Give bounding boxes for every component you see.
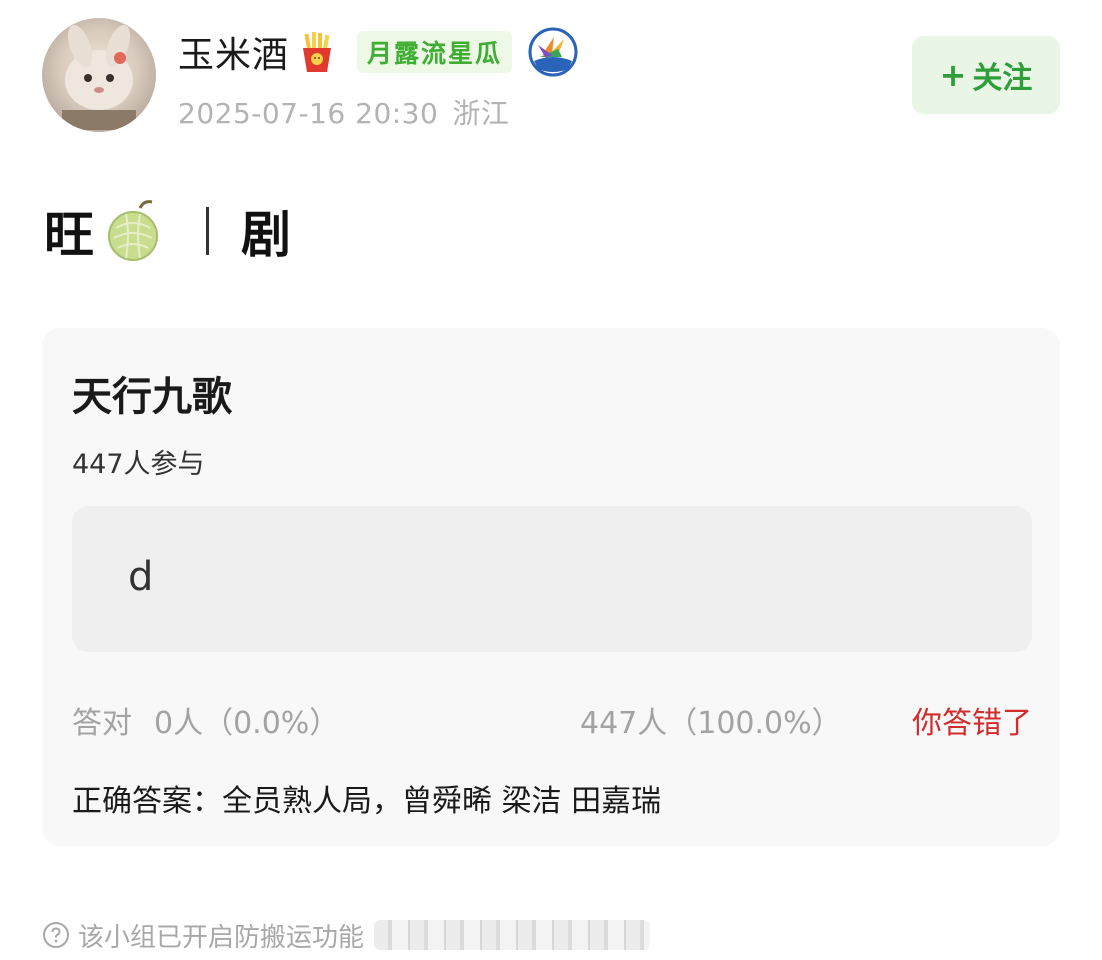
- bird-of-paradise-icon: [528, 27, 578, 77]
- correct-answer: 正确答案：全员熟人局，曾舜晞 梁洁 田嘉瑞: [72, 784, 662, 819]
- french-fries-icon: [295, 30, 339, 74]
- post-meta: 2025-07-16 20:30 浙江: [178, 92, 509, 132]
- footer-notice-text: 该小组已开启防搬运功能: [78, 922, 365, 953]
- result-text: 你答错了: [912, 706, 1032, 741]
- title-divider: [206, 207, 209, 255]
- post-title-part2: 剧: [241, 206, 291, 264]
- post-page: 玉米酒 月露流星瓜 2025-07-16 20:30 浙江 + 关注 旺 剧 天…: [0, 0, 1102, 960]
- follow-button[interactable]: + 关注: [912, 36, 1060, 114]
- blurred-content: [374, 920, 651, 950]
- follow-button-label: 关注: [972, 61, 1033, 96]
- correct-count: 0人（0.0%）: [154, 706, 340, 741]
- quiz-title: 天行九歌: [72, 374, 232, 420]
- author-row: 玉米酒 月露流星瓜: [178, 26, 578, 78]
- quiz-option[interactable]: d: [72, 506, 1032, 652]
- correct-stats: 答对 0人（0.0%）: [72, 698, 339, 742]
- author-name[interactable]: 玉米酒: [178, 26, 289, 78]
- quiz-participants: 447人参与: [72, 449, 205, 480]
- user-badge[interactable]: 月露流星瓜: [357, 31, 513, 73]
- post-title-part1: 旺: [44, 206, 94, 264]
- footer-notice: 该小组已开启防搬运功能: [42, 916, 651, 954]
- help-circle-icon[interactable]: [42, 921, 70, 949]
- correct-label: 答对: [72, 706, 132, 741]
- quiz-stats: 答对 0人（0.0%） 447人（100.0%） 你答错了: [72, 698, 1032, 742]
- post-timestamp: 2025-07-16 20:30: [178, 97, 439, 130]
- post-location: 浙江: [452, 97, 510, 130]
- post-title: 旺 剧: [44, 196, 291, 266]
- quiz-card: 天行九歌 447人参与 d 答对 0人（0.0%） 447人（100.0%） 你答…: [42, 328, 1060, 846]
- plus-icon: +: [939, 56, 967, 94]
- quiz-option-text: d: [128, 554, 154, 600]
- wrong-count: 447人（100.0%）: [580, 706, 842, 741]
- melon-icon: [100, 198, 166, 264]
- avatar[interactable]: [42, 18, 156, 132]
